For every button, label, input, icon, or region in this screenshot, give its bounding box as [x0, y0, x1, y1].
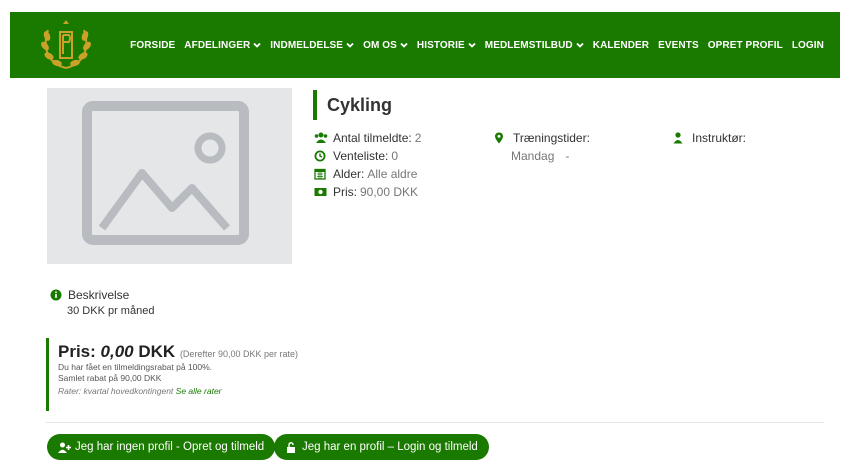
description-heading: Beskrivelse: [50, 288, 129, 302]
price-amount: 0,00: [100, 342, 134, 361]
discount-line: Du har fået en tilmeldingsrabat på 100%.: [58, 362, 213, 372]
instructor-label: Instruktør:: [692, 131, 747, 145]
nav-item-label: LOGIN: [791, 39, 824, 51]
total-discount-line: Samlet rabat på 90,00 DKK: [58, 373, 162, 383]
chevron-down-icon: [253, 42, 261, 48]
activity-image-placeholder: [47, 88, 292, 264]
nav-item-forside[interactable]: FORSIDE: [130, 40, 175, 51]
nav-item-om-os[interactable]: OM OS: [363, 40, 408, 51]
rates-line: Rater: kvartal hovedkontingent Se alle r…: [58, 386, 346, 396]
training-day: Mandag: [511, 149, 555, 163]
waitlist-label: Venteliste:: [333, 149, 389, 163]
age-value: Alle aldre: [367, 167, 418, 181]
club-logo[interactable]: [36, 16, 96, 74]
nav-item-medlemstilbud[interactable]: MEDLEMSTILBUD: [485, 40, 584, 51]
price-currency: DKK: [138, 342, 176, 361]
price-summary: Pris: 0,00 DKK (Derefter 90,00 DKK per r…: [46, 338, 346, 411]
nav-item-events[interactable]: EVENTS: [658, 40, 699, 51]
enrolled-info: Antal tilmeldte: 2: [314, 131, 421, 145]
training-schedule: Mandag -: [511, 149, 569, 163]
divider: [46, 422, 824, 423]
activity-title: Cykling: [327, 94, 393, 115]
nav-item-historie[interactable]: HISTORIE: [417, 40, 476, 51]
nav-item-label: HISTORIE: [416, 39, 465, 51]
calendar-icon: [314, 168, 326, 180]
nav-item-label: OPRET PROFIL: [707, 39, 783, 51]
waitlist-value: 0: [391, 149, 399, 163]
nav-item-opret-profil[interactable]: OPRET PROFIL: [708, 40, 783, 51]
clock-icon: [314, 150, 326, 162]
nav-item-label: KALENDER: [592, 39, 650, 51]
money-icon: [314, 188, 327, 196]
user-plus-icon: [58, 442, 71, 453]
description-text: 30 DKK pr måned: [67, 305, 155, 317]
image-placeholder-icon: [82, 101, 249, 245]
enrolled-value: 2: [414, 131, 422, 145]
nav-item-label: MEDLEMSTILBUD: [484, 39, 573, 51]
nav-item-label: INDMELDELSE: [270, 39, 344, 51]
price-info: Pris: 90,00 DKK: [314, 185, 418, 199]
price-label: Pris:: [333, 185, 357, 199]
chevron-down-icon: [576, 42, 584, 48]
price-after-text: (Derefter 90,00 DKK per rate): [179, 349, 298, 359]
nav-item-afdelinger[interactable]: AFDELINGER: [184, 40, 261, 51]
rates-label: Rater: kvartal hovedkontingent: [58, 386, 174, 396]
nav-item-label: EVENTS: [658, 39, 699, 51]
main-nav: FORSIDE AFDELINGER INDMELDELSE OM OS HISTORI…: [121, 12, 824, 78]
info-circle-icon: [50, 289, 62, 301]
waitlist-info: Venteliste: 0: [314, 149, 398, 163]
nav-item-label: AFDELINGER: [184, 39, 251, 51]
training-time: -: [565, 149, 570, 163]
nav-item-label: FORSIDE: [130, 39, 176, 51]
nav-item-kalender[interactable]: KALENDER: [593, 40, 649, 51]
chevron-down-icon: [400, 42, 408, 48]
see-all-rates-link[interactable]: Se alle rater: [176, 386, 222, 396]
enrolled-label: Antal tilmeldte:: [333, 131, 412, 145]
user-icon: [673, 132, 683, 144]
training-info: Træningstider:: [494, 131, 590, 145]
users-icon: [314, 132, 328, 143]
description-heading-text: Beskrivelse: [68, 288, 130, 302]
map-marker-icon: [495, 132, 503, 144]
register-new-profile-label: Jeg har ingen profil - Opret og tilmeld: [75, 441, 265, 453]
chevron-down-icon: [468, 42, 476, 48]
activity-title-block: Cykling: [313, 90, 392, 120]
training-label: Træningstider:: [513, 131, 590, 145]
age-label: Alder:: [333, 167, 365, 181]
login-register-label: Jeg har en profil – Login og tilmeld: [302, 441, 478, 453]
nav-item-label: OM OS: [363, 39, 397, 51]
header-bar: FORSIDE AFDELINGER INDMELDELSE OM OS HISTORI…: [10, 12, 840, 78]
price-heading: Pris: 0,00 DKK (Derefter 90,00 DKK per r…: [58, 342, 346, 362]
age-info: Alder: Alle aldre: [314, 167, 417, 181]
unlock-icon: [287, 441, 295, 453]
price-value: 90,00 DKK: [360, 185, 419, 199]
chevron-down-icon: [346, 42, 354, 48]
price-heading-label: Pris:: [58, 342, 96, 361]
nav-item-indmeldelse[interactable]: INDMELDELSE: [270, 40, 354, 51]
register-new-profile-button[interactable]: Jeg har ingen profil - Opret og tilmeld: [47, 434, 276, 460]
login-register-button[interactable]: Jeg har en profil – Login og tilmeld: [274, 434, 489, 460]
nav-item-login[interactable]: LOGIN: [792, 40, 824, 51]
instructor-info: Instruktør:: [673, 131, 746, 145]
